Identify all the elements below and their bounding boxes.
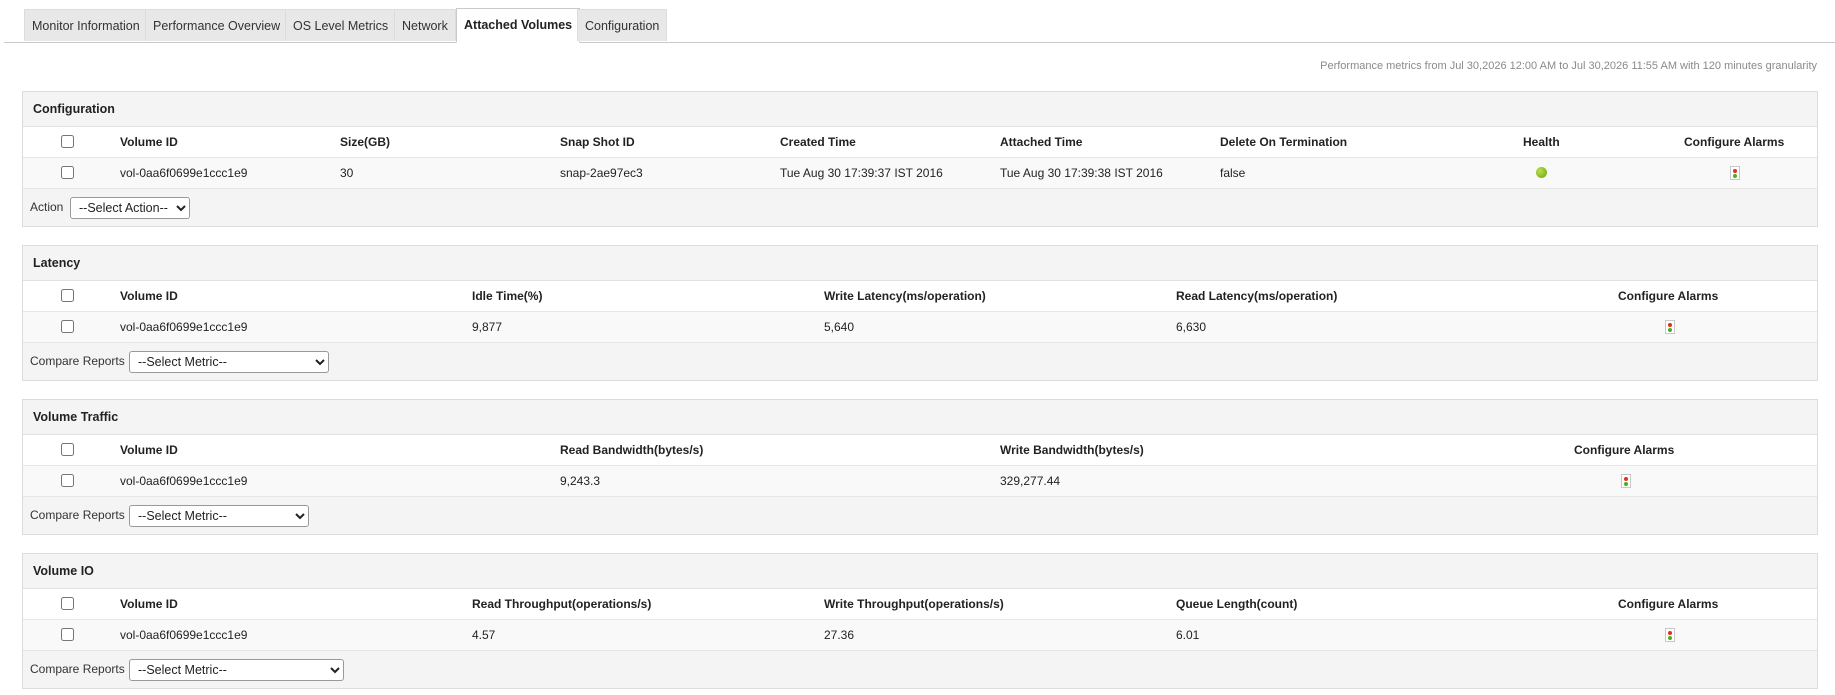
action-label: Action bbox=[30, 200, 64, 214]
configure-alarm-icon[interactable] bbox=[1665, 628, 1675, 642]
select-all-checkbox[interactable] bbox=[61, 597, 74, 610]
column-header: Delete On Termination bbox=[1220, 135, 1348, 149]
column-header: Write Latency(ms/operation) bbox=[824, 289, 986, 303]
queue-length-value: 6.01 bbox=[1176, 628, 1200, 642]
volume-size: 30 bbox=[340, 166, 354, 180]
volume-id: vol-0aa6f0699e1ccc1e9 bbox=[120, 474, 248, 488]
table-header: Volume ID Read Throughput(operations/s) … bbox=[23, 589, 1817, 620]
created-time: Tue Aug 30 17:39:37 IST 2016 bbox=[780, 166, 943, 180]
column-header: Volume ID bbox=[120, 443, 178, 457]
read-latency-value: 6,630 bbox=[1176, 320, 1207, 334]
column-header: Health bbox=[1523, 135, 1560, 149]
snapshot-id: snap-2ae97ec3 bbox=[560, 166, 643, 180]
select-all-checkbox[interactable] bbox=[61, 443, 74, 456]
write-throughput-value: 27.36 bbox=[824, 628, 855, 642]
tab-os-level-metrics[interactable]: OS Level Metrics bbox=[285, 9, 397, 41]
tab-network[interactable]: Network bbox=[394, 9, 456, 41]
action-select[interactable]: --Select Action-- bbox=[70, 197, 190, 219]
metric-select[interactable]: --Select Metric-- bbox=[129, 351, 329, 373]
attached-time: Tue Aug 30 17:39:38 IST 2016 bbox=[1000, 166, 1163, 180]
compare-reports-label: Compare Reports bbox=[30, 354, 125, 368]
health-status-icon bbox=[1536, 167, 1547, 178]
column-header: Write Bandwidth(bytes/s) bbox=[1000, 443, 1144, 457]
column-header: Attached Time bbox=[1000, 135, 1083, 149]
panel-title: Volume IO bbox=[23, 554, 1817, 589]
write-latency-value: 5,640 bbox=[824, 320, 855, 334]
column-header: Configure Alarms bbox=[1574, 443, 1675, 457]
table-row: vol-0aa6f0699e1ccc1e9 30 snap-2ae97ec3 T… bbox=[23, 158, 1817, 188]
metric-select[interactable]: --Select Metric-- bbox=[129, 505, 309, 527]
metric-select[interactable]: --Select Metric-- bbox=[129, 659, 344, 681]
idle-time-value: 9,877 bbox=[472, 320, 503, 334]
table-header: Volume ID Size(GB) Snap Shot ID Created … bbox=[23, 127, 1817, 158]
latency-panel: Latency Volume ID Idle Time(%) Write Lat… bbox=[22, 245, 1818, 381]
panel-title: Latency bbox=[23, 246, 1817, 281]
compare-reports-label: Compare Reports bbox=[30, 508, 125, 522]
volume-io-panel: Volume IO Volume ID Read Throughput(oper… bbox=[22, 553, 1818, 689]
row-checkbox[interactable] bbox=[61, 320, 74, 333]
tab-bar: Monitor Information Performance Overview… bbox=[4, 8, 1835, 43]
tab-configuration[interactable]: Configuration bbox=[577, 9, 668, 41]
read-throughput-value: 4.57 bbox=[472, 628, 496, 642]
select-all-checkbox[interactable] bbox=[61, 289, 74, 302]
volume-id: vol-0aa6f0699e1ccc1e9 bbox=[120, 628, 248, 642]
row-checkbox[interactable] bbox=[61, 166, 74, 179]
column-header: Queue Length(count) bbox=[1176, 597, 1298, 611]
write-bandwidth-value: 329,277.44 bbox=[1000, 474, 1061, 488]
table-row: vol-0aa6f0699e1ccc1e9 9,877 5,640 6,630 bbox=[23, 312, 1817, 342]
read-bandwidth-value: 9,243.3 bbox=[560, 474, 601, 488]
column-header: Configure Alarms bbox=[1684, 135, 1785, 149]
volume-traffic-panel: Volume Traffic Volume ID Read Bandwidth(… bbox=[22, 399, 1818, 535]
select-all-checkbox[interactable] bbox=[61, 135, 74, 148]
column-header: Volume ID bbox=[120, 597, 178, 611]
delete-on-termination: false bbox=[1220, 166, 1246, 180]
compare-reports-bar: Compare Reports --Select Metric-- bbox=[23, 496, 1817, 534]
tab-attached-volumes[interactable]: Attached Volumes bbox=[456, 8, 581, 43]
configure-alarm-icon[interactable] bbox=[1665, 320, 1675, 334]
panel-title: Volume Traffic bbox=[23, 400, 1817, 435]
compare-reports-bar: Compare Reports --Select Metric-- bbox=[23, 650, 1817, 688]
table-row: vol-0aa6f0699e1ccc1e9 4.57 27.36 6.01 bbox=[23, 620, 1817, 650]
configure-alarm-icon[interactable] bbox=[1621, 474, 1631, 488]
column-header: Write Throughput(operations/s) bbox=[824, 597, 1004, 611]
configure-alarm-icon[interactable] bbox=[1730, 166, 1740, 180]
table-row: vol-0aa6f0699e1ccc1e9 9,243.3 329,277.44 bbox=[23, 466, 1817, 496]
column-header: Created Time bbox=[780, 135, 856, 149]
volume-id: vol-0aa6f0699e1ccc1e9 bbox=[120, 320, 248, 334]
compare-reports-bar: Compare Reports --Select Metric-- bbox=[23, 342, 1817, 380]
column-header: Idle Time(%) bbox=[472, 289, 543, 303]
column-header: Configure Alarms bbox=[1618, 289, 1719, 303]
configuration-panel: Configuration Volume ID Size(GB) Snap Sh… bbox=[22, 91, 1818, 227]
column-header: Size(GB) bbox=[340, 135, 391, 149]
tab-monitor-information[interactable]: Monitor Information bbox=[24, 9, 148, 41]
column-header: Volume ID bbox=[120, 135, 178, 149]
row-checkbox[interactable] bbox=[61, 628, 74, 641]
compare-reports-label: Compare Reports bbox=[30, 662, 125, 676]
column-header: Read Throughput(operations/s) bbox=[472, 597, 652, 611]
panel-title: Configuration bbox=[23, 92, 1817, 127]
tab-performance-overview[interactable]: Performance Overview bbox=[145, 9, 289, 41]
performance-period-text: Performance metrics from Jul 30,2026 12:… bbox=[1320, 60, 1817, 72]
column-header: Read Bandwidth(bytes/s) bbox=[560, 443, 704, 457]
table-header: Volume ID Read Bandwidth(bytes/s) Write … bbox=[23, 435, 1817, 466]
row-checkbox[interactable] bbox=[61, 474, 74, 487]
volume-id: vol-0aa6f0699e1ccc1e9 bbox=[120, 166, 248, 180]
column-header: Snap Shot ID bbox=[560, 135, 635, 149]
column-header: Volume ID bbox=[120, 289, 178, 303]
action-bar: Action --Select Action-- bbox=[23, 188, 1817, 226]
table-header: Volume ID Idle Time(%) Write Latency(ms/… bbox=[23, 281, 1817, 312]
column-header: Read Latency(ms/operation) bbox=[1176, 289, 1338, 303]
column-header: Configure Alarms bbox=[1618, 597, 1719, 611]
